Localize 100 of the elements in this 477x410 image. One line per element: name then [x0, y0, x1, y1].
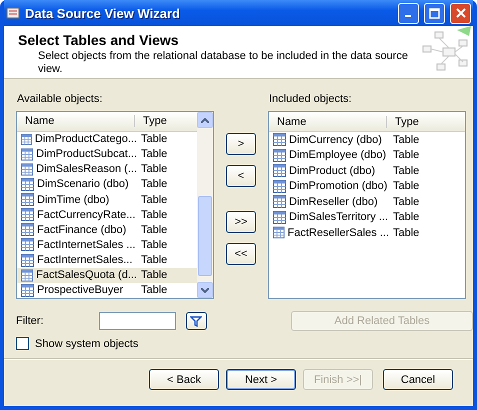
table-type: Table [140, 254, 168, 266]
table-name: FactCurrencyRate... [37, 208, 136, 221]
table-row[interactable]: DimReseller (dbo) Table [269, 194, 465, 210]
table-row[interactable]: DimEmployee (dbo) Table [269, 148, 465, 163]
table-row[interactable]: DimProductSubcat... Table [17, 146, 197, 162]
table-icon [273, 148, 286, 162]
table-type: Table [140, 163, 168, 176]
table-name: FactFinance (dbo) [37, 224, 126, 236]
caret-up-icon [201, 118, 209, 122]
table-row[interactable]: DimPromotion (dbo) Table [269, 178, 465, 194]
table-type: Table [140, 269, 168, 282]
table-name: DimTime (dbo) [37, 194, 110, 206]
table-name: FactSalesQuota (d... [36, 269, 137, 282]
page-description: Select objects from the relational database to be included in the data source view. [37, 50, 409, 76]
table-type: Table [140, 224, 168, 236]
table-row[interactable]: FactInternetSales ... Table [17, 237, 197, 253]
wizard-button[interactable]: < Back [149, 369, 219, 390]
table-icon [21, 178, 34, 191]
table-type: Table [392, 164, 420, 177]
window-title: Data Source View Wizard [25, 6, 181, 20]
filter-icon[interactable] [186, 312, 208, 330]
page-title: Select Tables and Views [18, 32, 180, 48]
wizard-button[interactable]: Cancel [383, 369, 453, 390]
close-button[interactable] [450, 2, 471, 24]
table-icon [273, 210, 286, 224]
table-row[interactable]: DimSalesTerritory ... Table [269, 210, 465, 225]
table-icon [21, 268, 34, 282]
column-header[interactable]: Type [135, 115, 195, 128]
column-header[interactable]: Type [387, 116, 447, 128]
table-icon [21, 162, 34, 176]
table-icon [273, 180, 286, 193]
table-row[interactable]: DimScenario (dbo) Table [17, 176, 197, 192]
table-type: Table [140, 178, 168, 190]
minimize-button[interactable] [398, 2, 419, 24]
maximize-button[interactable] [424, 2, 445, 24]
table-type: Table [392, 180, 420, 192]
table-name: FactInternetSales ... [37, 238, 136, 251]
table-type: Table [392, 149, 420, 162]
table-icon [273, 133, 286, 146]
table-row[interactable]: DimCurrency (dbo) Table [269, 132, 465, 148]
move-button[interactable]: < [226, 165, 256, 187]
table-row[interactable]: DimSalesReason (... Table [17, 162, 197, 177]
table-row[interactable]: FactInternetSales... Table [17, 252, 197, 268]
table-name: DimScenario (dbo) [37, 178, 129, 190]
scrollbar[interactable] [197, 112, 213, 298]
table-icon [21, 238, 34, 252]
table-row[interactable]: DimProductCatego... Table [17, 132, 197, 147]
table-icon [21, 193, 34, 206]
table-type: Table [140, 133, 168, 146]
table-name: FactInternetSales... [37, 254, 132, 266]
checkbox[interactable] [16, 337, 29, 350]
table-type: Table [392, 226, 420, 239]
list-label: Included objects: [268, 93, 353, 105]
table-type: Table [140, 238, 168, 251]
table-name: DimProduct (dbo) [289, 164, 376, 177]
table-icon [273, 164, 286, 178]
table-type: Table [140, 194, 168, 206]
move-button[interactable]: > [226, 133, 256, 155]
table-icon [21, 208, 34, 222]
table-row[interactable]: FactSalesQuota (d... Table [17, 268, 197, 283]
table-row[interactable]: DimProduct (dbo) Table [269, 163, 465, 178]
checkbox-label: Show system objects [35, 338, 138, 350]
table-icon [273, 195, 286, 208]
table-icon [273, 226, 285, 240]
table-name: DimProductCatego... [34, 133, 137, 146]
table-row[interactable]: FactResellerSales ... Table [269, 225, 465, 240]
wizard-button[interactable]: Next > [226, 369, 296, 390]
table-name: DimSalesTerritory ... [289, 211, 388, 224]
table-name: FactResellerSales ... [288, 226, 389, 239]
table-row[interactable]: FactCurrencyRate... Table [17, 207, 197, 222]
table-name: DimSalesReason (... [36, 163, 137, 176]
table-row[interactable]: DimTime (dbo) Table [17, 192, 197, 208]
table-name: DimPromotion (dbo) [289, 180, 388, 192]
table-name: DimReseller (dbo) [289, 196, 378, 208]
move-button[interactable]: >> [226, 211, 256, 233]
move-button[interactable]: << [226, 243, 256, 265]
column-header[interactable]: Name [269, 116, 387, 128]
table-icon [21, 223, 34, 236]
table-icon [21, 148, 34, 161]
close-icon [456, 8, 466, 18]
table-row[interactable]: ProspectiveBuyer Table [17, 282, 197, 298]
table-type: Table [392, 196, 420, 208]
filter-label: Filter: [16, 315, 44, 327]
table-name: ProspectiveBuyer [37, 284, 124, 296]
table-type: Table [392, 211, 420, 224]
table-type: Table [140, 208, 168, 221]
filter-field[interactable] [98, 312, 176, 330]
caret-down-icon [201, 288, 209, 292]
column-header[interactable]: Name [17, 115, 135, 128]
table-type: Table [140, 148, 168, 160]
table-type: Table [392, 134, 420, 146]
table-row[interactable]: FactFinance (dbo) Table [17, 222, 197, 238]
available-list[interactable] [16, 111, 214, 299]
included-list[interactable]: Name Type DimCurrency (dbo) Table DimEmployee (dbo) Table DimProduct (dbo) Table DimPromotion (dbo) Table DimReseller (dbo) Table DimSalesTerritory ... Table FactResellerSales ... Table [268, 111, 466, 299]
table-icon [21, 254, 34, 267]
table-icon [21, 132, 32, 146]
table-icon [21, 284, 34, 297]
maximize-icon [429, 8, 440, 18]
table-type: Table [140, 284, 168, 296]
table-name: DimCurrency (dbo) [289, 134, 382, 146]
